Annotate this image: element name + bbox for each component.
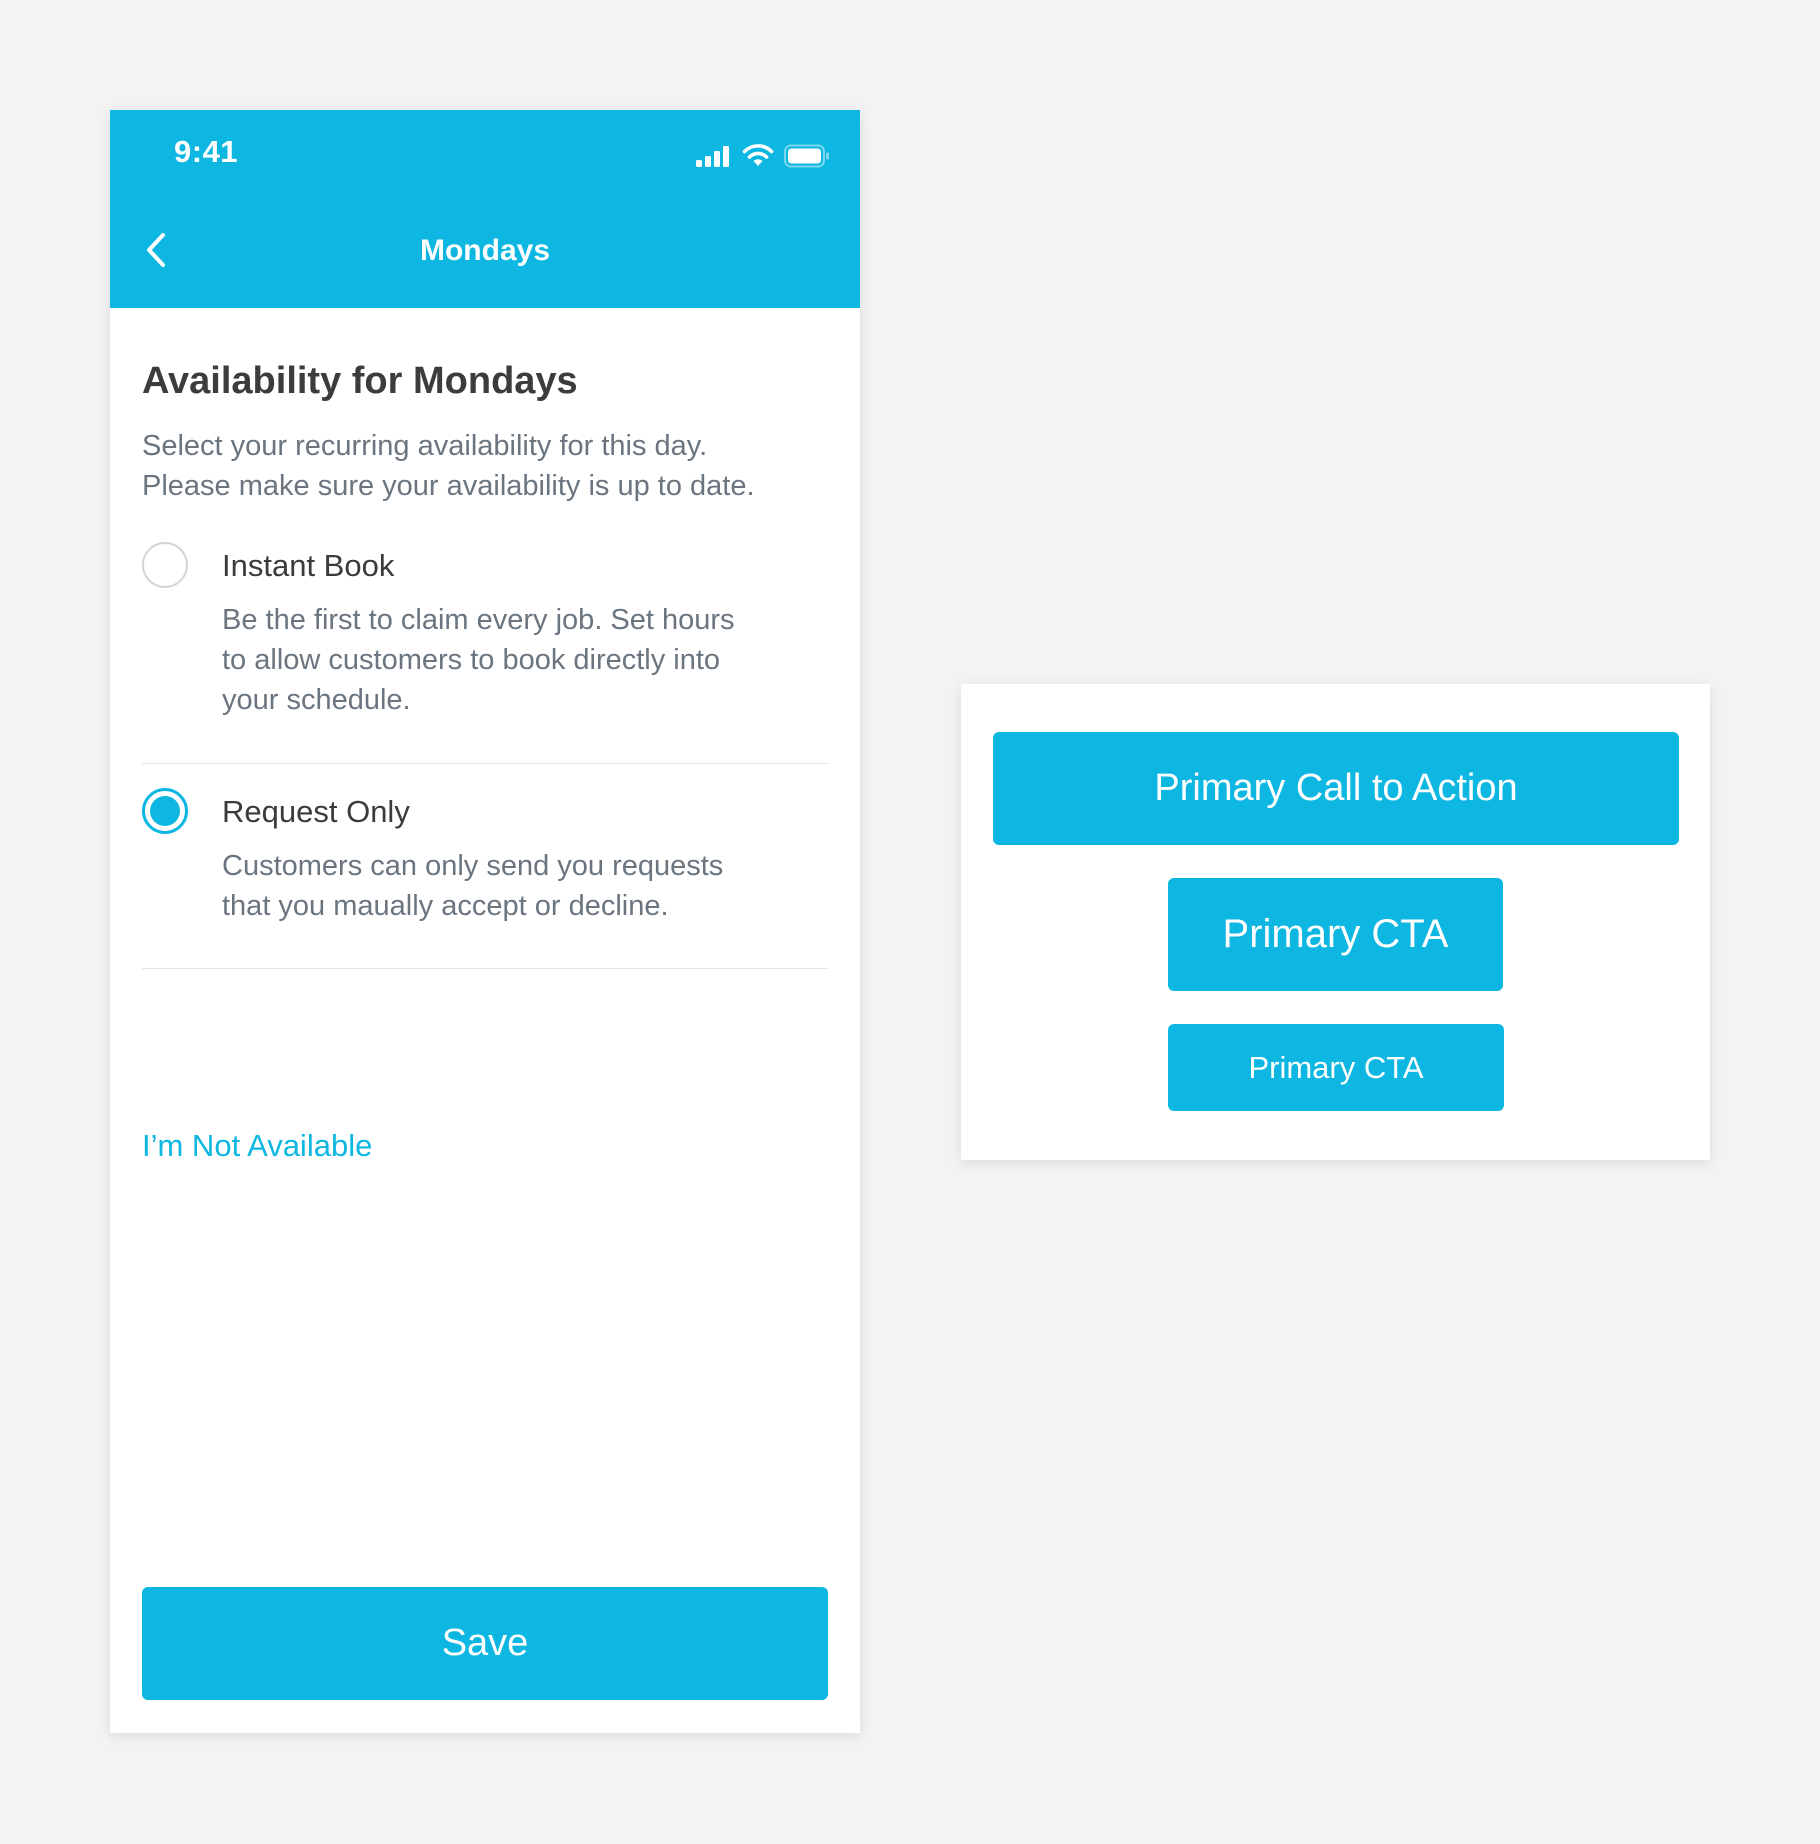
page-title: Availability for Mondays xyxy=(142,360,578,402)
not-available-link[interactable]: I’m Not Available xyxy=(142,1128,372,1164)
primary-cta-small-button[interactable]: Primary CTA xyxy=(1168,1024,1504,1111)
page-description-line: Please make sure your availability is up… xyxy=(142,470,755,502)
option-description-line: Be the first to claim every job. Set hou… xyxy=(222,604,735,636)
option-description-line: to allow customers to book directly into xyxy=(222,644,721,676)
save-button[interactable]: Save xyxy=(142,1587,828,1700)
page-description: Select your recurring availability for t… xyxy=(142,426,842,506)
primary-cta-medium-button[interactable]: Primary CTA xyxy=(1168,878,1503,991)
divider xyxy=(142,763,828,764)
wifi-icon xyxy=(742,144,774,166)
radio-request-only[interactable] xyxy=(142,788,188,834)
option-description-line: that you maually accept or decline. xyxy=(222,890,669,922)
radio-selected-dot xyxy=(150,796,180,826)
cta-examples-card: Primary Call to Action Primary CTA Prima… xyxy=(961,684,1710,1160)
option-description-line: your schedule. xyxy=(222,684,411,716)
primary-cta-large-button[interactable]: Primary Call to Action xyxy=(993,732,1679,845)
battery-icon xyxy=(784,144,829,168)
status-bar-icons xyxy=(696,144,830,168)
nav-title: Mondays xyxy=(419,234,551,267)
option-description-request-only: Customers can only send you requests tha… xyxy=(222,846,832,926)
page-description-line: Select your recurring availability for t… xyxy=(142,430,708,462)
radio-instant-book[interactable] xyxy=(142,542,188,588)
option-instant-book[interactable]: Instant Book Be the first to claim every… xyxy=(142,542,828,722)
option-title-request-only: Request Only xyxy=(222,794,410,829)
option-title-instant-book: Instant Book xyxy=(222,548,395,583)
divider xyxy=(142,968,828,969)
option-description-instant-book: Be the first to claim every job. Set hou… xyxy=(222,600,832,720)
cellular-signal-icon xyxy=(696,146,729,167)
phone-screen: 9:41 Mondays Availability for Mondays Se… xyxy=(110,110,860,1733)
status-bar-time: 9:41 xyxy=(174,134,239,169)
option-description-line: Customers can only send you requests xyxy=(222,850,724,882)
option-request-only[interactable]: Request Only Customers can only send you… xyxy=(142,788,828,928)
app-header: 9:41 Mondays xyxy=(110,110,860,308)
